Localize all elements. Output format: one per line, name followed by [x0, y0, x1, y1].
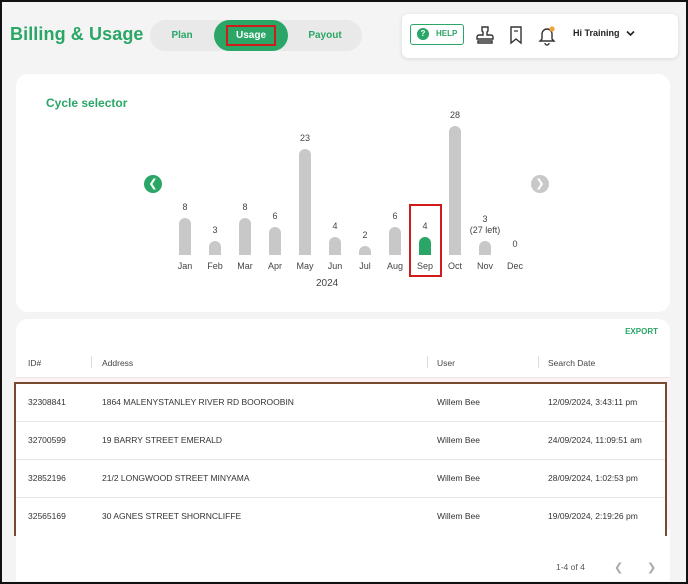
cell-user: Willem Bee — [437, 435, 480, 445]
page-title: Billing & Usage — [10, 24, 144, 44]
month-bar[interactable] — [179, 218, 191, 255]
cycle-selector-card: Cycle selector ❮ ❯ 8 Jan 3 Feb 8 Mar 6 Apr 23 May… — [16, 74, 670, 312]
table-row[interactable]: 32852196 21/2 LONGWOOD STREET MINYAMA Wi… — [16, 460, 665, 498]
next-page-button[interactable]: ❯ — [647, 561, 656, 574]
chevron-down-icon — [626, 30, 635, 37]
cell-search-date: 19/09/2024, 2:19:26 pm — [548, 511, 638, 521]
month-label: Jul — [359, 261, 371, 271]
column-divider — [91, 356, 92, 368]
column-header-id[interactable]: ID# — [28, 357, 41, 369]
month-bar[interactable] — [359, 246, 371, 255]
month-bar[interactable] — [269, 227, 281, 255]
help-label: HELP — [436, 29, 458, 38]
cell-search-date: 28/09/2024, 1:02:53 pm — [548, 473, 638, 483]
month-label: Nov — [476, 261, 493, 271]
help-button[interactable]: ? HELP — [410, 24, 464, 45]
column-header-search-date[interactable]: Search Date — [548, 357, 595, 369]
cell-id: 32700599 — [28, 435, 66, 445]
user-menu[interactable]: Hi Training — [573, 28, 635, 38]
tab-usage[interactable]: Usage — [214, 20, 288, 51]
column-divider — [427, 356, 428, 368]
selected-month-highlight-box — [409, 204, 442, 277]
cell-address: 19 BARRY STREET EMERALD — [102, 435, 222, 445]
month-label: Feb — [207, 261, 223, 271]
cell-address: 30 AGNES STREET SHORNCLIFFE — [102, 511, 242, 521]
export-button[interactable]: EXPORT — [625, 327, 658, 336]
user-greeting: Hi Training — [573, 28, 620, 38]
cell-id: 32308841 — [28, 397, 66, 407]
bookmark-icon[interactable] — [505, 24, 527, 46]
question-icon: ? — [417, 28, 429, 40]
column-header-address[interactable]: Address — [102, 357, 133, 369]
cell-id: 32565169 — [28, 511, 66, 521]
month-label: Oct — [447, 261, 462, 271]
rows-highlight-box: 32308841 1864 MALENYSTANLEY RIVER RD BOO… — [14, 382, 667, 536]
cell-address: 21/2 LONGWOOD STREET MINYAMA — [102, 473, 250, 483]
tab-plan[interactable]: Plan — [150, 20, 214, 51]
bell-icon[interactable] — [536, 24, 558, 46]
notification-dot — [549, 26, 555, 32]
month-value-label: 0 — [490, 239, 540, 250]
tab-bar: Plan Usage Payout — [150, 20, 362, 51]
pagination-info: 1-4 of 4 — [556, 562, 585, 572]
usage-highlight-box — [226, 25, 276, 46]
stamp-icon[interactable] — [474, 24, 496, 46]
tab-payout[interactable]: Payout — [290, 20, 360, 51]
month-bar[interactable] — [209, 241, 221, 255]
month-label: May — [296, 261, 314, 271]
previous-year-button[interactable]: ❮ — [144, 175, 162, 193]
month-feb[interactable]: 3 Feb — [200, 74, 230, 274]
previous-page-button[interactable]: ❮ — [614, 561, 623, 574]
month-jun[interactable]: 4 Jun — [320, 74, 350, 274]
month-may[interactable]: 23 May — [290, 74, 320, 274]
month-dec[interactable]: 0 Dec — [500, 74, 530, 274]
month-label: Dec — [506, 261, 523, 271]
month-jul[interactable]: 2 Jul — [350, 74, 380, 274]
month-aug[interactable]: 6 Aug — [380, 74, 410, 274]
cell-user: Willem Bee — [437, 473, 480, 483]
cycle-selector-title: Cycle selector — [46, 96, 128, 110]
month-label: Jan — [177, 261, 193, 271]
month-label: Mar — [237, 261, 253, 271]
month-label: Jun — [327, 261, 343, 271]
month-apr[interactable]: 6 Apr — [260, 74, 290, 274]
month-bar[interactable] — [239, 218, 251, 255]
top-toolbar: ? HELP Hi Training — [402, 14, 678, 58]
column-divider — [538, 356, 539, 368]
cell-user: Willem Bee — [437, 511, 480, 521]
cell-address: 1864 MALENYSTANLEY RIVER RD BOOROOBIN — [102, 397, 294, 407]
cell-search-date: 12/09/2024, 3:43:11 pm — [548, 397, 638, 407]
usage-table-card: EXPORT ID# Address User Search Date 3230… — [14, 319, 670, 581]
month-mar[interactable]: 8 Mar — [230, 74, 260, 274]
month-jan[interactable]: 8 Jan — [170, 74, 200, 274]
table-row[interactable]: 32700599 19 BARRY STREET EMERALD Willem … — [16, 422, 665, 460]
cell-user: Willem Bee — [437, 397, 480, 407]
next-year-button[interactable]: ❯ — [531, 175, 549, 193]
month-label: Apr — [267, 261, 282, 271]
month-bar[interactable] — [299, 149, 311, 255]
cell-search-date: 24/09/2024, 11:09:51 am — [548, 435, 642, 445]
month-label: Aug — [386, 261, 403, 271]
cell-id: 32852196 — [28, 473, 66, 483]
table-row[interactable]: 32565169 30 AGNES STREET SHORNCLIFFE Wil… — [16, 498, 665, 536]
table-row[interactable]: 32308841 1864 MALENYSTANLEY RIVER RD BOO… — [16, 384, 665, 422]
column-header-user[interactable]: User — [437, 357, 455, 369]
year-label: 2024 — [316, 278, 339, 289]
month-value-text: 0 — [512, 239, 518, 249]
month-oct[interactable]: 28 Oct — [440, 74, 470, 274]
